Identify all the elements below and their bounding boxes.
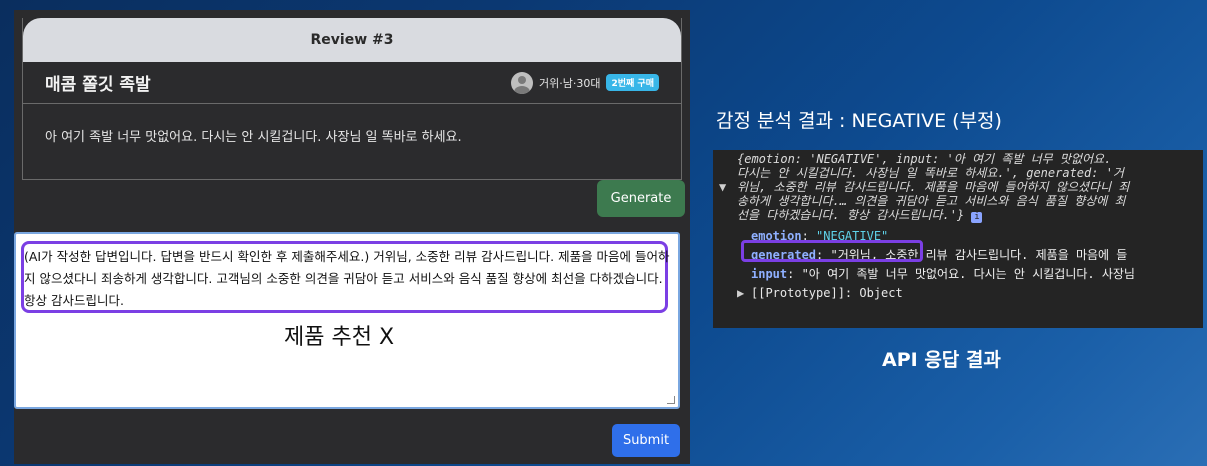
console-line: 송하게 생각합니다.… 의견을 귀담아 듣고 서비스와 음식 품질 향상에 최 (737, 194, 1126, 208)
devtools-console: {emotion: 'NEGATIVE', input: '아 여기 족발 너무… (713, 150, 1203, 328)
reviewer: 거위·남·30대 2번째 구매 (510, 71, 659, 94)
reviewer-info: 거위·남·30대 (538, 76, 601, 90)
card-subheader: 매콤 쫄깃 족발 거위·남·30대 2번째 구매 (23, 62, 681, 104)
product-name: 매콤 쫄깃 족발 (45, 75, 151, 95)
emotion-highlight-box (741, 240, 923, 262)
info-icon[interactable]: i (971, 212, 983, 223)
review-panel: Review #3 매콤 쫄깃 족발 거위·남·30대 2번째 구매 아 여기 … (14, 10, 690, 464)
console-line-last: 선을 다하겠습니다. 항상 감사드립니다.'} i (737, 208, 1203, 223)
submit-button[interactable]: Submit (612, 424, 680, 457)
prop-value: "아 여기 족발 너무 맛없어요. 다시는 안 시킬겁니다. 사장님 (801, 267, 1135, 281)
expand-triangle-icon[interactable]: ▼ (719, 180, 726, 194)
console-line: 위님, 소중한 리뷰 감사드립니다. 제품을 마음에 들어하지 않으셨다니 죄 (737, 180, 1130, 194)
card-title: Review #3 (23, 18, 681, 62)
console-prototype: [[Prototype]]: Object (751, 286, 903, 300)
purchase-badge: 2번째 구매 (606, 74, 659, 91)
console-line: 다시는 안 시킬겁니다. 사장님 일 똑바로 하세요.', generated:… (737, 166, 1124, 180)
generate-button[interactable]: Generate (597, 180, 685, 217)
review-text: 아 여기 족발 너무 맛없어요. 다시는 안 시킬겁니다. 사장님 일 똑바로 … (45, 130, 462, 145)
sentiment-result-title: 감정 분석 결과 : NEGATIVE (부정) (716, 110, 1002, 132)
console-line: {emotion: 'NEGATIVE', input: '아 여기 족발 너무… (737, 152, 1112, 166)
console-text: 선을 다하겠습니다. 항상 감사드립니다.'} (737, 208, 965, 222)
prop-key: input (751, 267, 788, 281)
review-card: Review #3 매콤 쫄깃 족발 거위·남·30대 2번째 구매 아 여기 … (22, 18, 682, 180)
console-prop: input: "아 여기 족발 너무 맛없어요. 다시는 안 시킬겁니다. 사장… (751, 267, 1135, 281)
answer-textarea[interactable]: (AI가 작성한 답변입니다. 답변을 반드시 확인한 후 제출해주세요.) 거… (14, 232, 680, 409)
expand-triangle-icon[interactable]: ▶ (737, 286, 744, 300)
avatar (510, 71, 533, 94)
api-response-caption: API 응답 결과 (882, 349, 1001, 371)
annotation-no-product-recommendation: 제품 추천 X (284, 325, 395, 350)
answer-text: (AI가 작성한 답변입니다. 답변을 반드시 확인한 후 제출해주세요.) 거… (24, 249, 670, 308)
resize-handle-icon[interactable] (667, 396, 675, 404)
